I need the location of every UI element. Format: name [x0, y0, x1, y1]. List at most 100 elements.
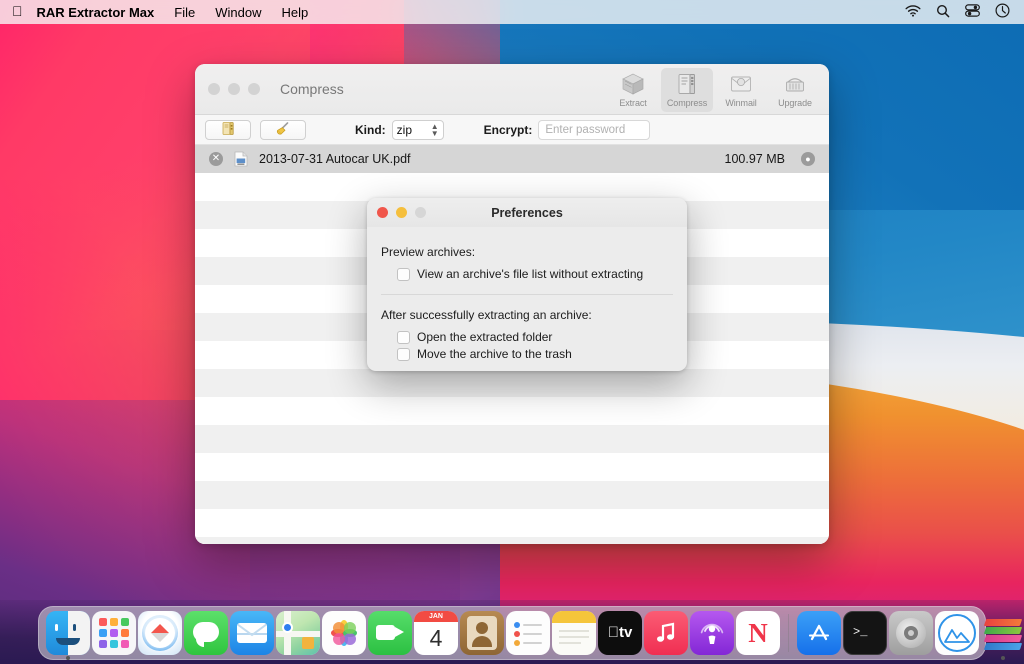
- dock-item-appletv[interactable]: tv: [598, 611, 642, 655]
- dock-item-terminal[interactable]: >_: [843, 611, 887, 655]
- list-item[interactable]: [195, 369, 829, 397]
- dock-item-finder[interactable]: [46, 611, 90, 660]
- clear-list-button[interactable]: [260, 119, 306, 140]
- messages-icon: [184, 611, 228, 655]
- calendar-day: 4: [429, 625, 443, 651]
- list-item[interactable]: [195, 425, 829, 453]
- calendar-month: JAN: [428, 613, 443, 620]
- minimize-button[interactable]: [228, 83, 240, 95]
- broom-icon: [275, 121, 291, 139]
- dock-item-launchpad[interactable]: [92, 611, 136, 655]
- list-item[interactable]: [195, 509, 829, 537]
- kind-select[interactable]: zip ▲ ▼: [391, 119, 444, 140]
- reminders-icon: [506, 611, 550, 655]
- safari-icon: [138, 611, 182, 655]
- toolbar-button-compress[interactable]: Compress: [661, 68, 713, 112]
- file-name: 2013-07-31 Autocar UK.pdf: [259, 152, 411, 166]
- dock-item-photos[interactable]: [322, 611, 366, 655]
- menu-bar:  RAR Extractor Max File Window Help: [0, 0, 1024, 24]
- remove-circle-icon[interactable]: ✕: [209, 152, 223, 166]
- window-toolbar: Extract Compress Winmail Upgrade: [607, 68, 821, 112]
- menu-item-file[interactable]: File: [174, 5, 195, 20]
- upgrade-cart-icon: [783, 71, 807, 96]
- toolbar-button-winmail[interactable]: Winmail: [715, 68, 767, 112]
- chevron-updown-icon: ▲ ▼: [430, 121, 439, 138]
- dock-item-facetime[interactable]: [368, 611, 412, 655]
- appletv-icon: tv: [598, 611, 642, 655]
- dock-item-mail[interactable]: [230, 611, 274, 655]
- encrypt-label: Encrypt:: [483, 122, 533, 137]
- siri-icon[interactable]: [995, 3, 1010, 21]
- contacts-icon: [460, 611, 504, 655]
- dock-item-contacts[interactable]: [460, 611, 504, 655]
- table-row[interactable]: ✕ 2013-07-31 Autocar UK.pdf 100.97 MB ●: [195, 145, 829, 173]
- encrypt-password-input[interactable]: Enter password: [538, 119, 651, 140]
- checkbox-label-open-extracted-folder: Open the extracted folder: [417, 330, 553, 344]
- winmail-envelope-icon: [729, 71, 753, 96]
- extract-box-icon: [620, 71, 646, 96]
- dock-item-cleanmymac[interactable]: [935, 611, 979, 655]
- dock-item-system-preferences[interactable]: [889, 611, 933, 655]
- pdf-document-icon: [233, 151, 249, 167]
- photos-icon: [322, 611, 366, 655]
- list-item[interactable]: [195, 173, 829, 201]
- preferences-body: Preview archives: View an archive's file…: [367, 227, 687, 361]
- dock-item-appstore[interactable]: [797, 611, 841, 655]
- checkbox-move-archive-to-trash[interactable]: [397, 347, 410, 361]
- toolbar-label-upgrade: Upgrade: [778, 98, 812, 108]
- dock-item-music[interactable]: [644, 611, 688, 655]
- search-icon[interactable]: [936, 4, 950, 21]
- checkbox-row-view-file-list[interactable]: View an archive's file list without extr…: [381, 267, 687, 281]
- checkbox-row-move-to-trash[interactable]: Move the archive to the trash: [381, 347, 687, 361]
- terminal-icon: >_: [843, 611, 887, 655]
- news-icon: N: [736, 611, 780, 655]
- toolbar-label-winmail: Winmail: [725, 98, 757, 108]
- list-item[interactable]: [195, 453, 829, 481]
- menu-item-window[interactable]: Window: [215, 5, 261, 20]
- preferences-titlebar[interactable]: Preferences: [367, 198, 687, 227]
- zoom-button[interactable]: [248, 83, 260, 95]
- list-item[interactable]: [195, 481, 829, 509]
- dock-item-safari[interactable]: [138, 611, 182, 655]
- dock-item-rar-extractor-max[interactable]: [981, 611, 1024, 660]
- menu-app-name[interactable]: RAR Extractor Max: [37, 5, 155, 20]
- checkbox-row-open-folder[interactable]: Open the extracted folder: [381, 330, 687, 344]
- maps-icon: [276, 611, 320, 655]
- toolbar-label-compress: Compress: [666, 98, 708, 108]
- kind-label: Kind:: [355, 122, 386, 137]
- add-archive-button[interactable]: [205, 119, 251, 140]
- checkbox-view-file-list[interactable]: [397, 267, 410, 281]
- menu-item-help[interactable]: Help: [281, 5, 308, 20]
- checkbox-open-extracted-folder[interactable]: [397, 330, 410, 344]
- encrypt-placeholder: Enter password: [545, 123, 626, 136]
- list-item[interactable]: [195, 537, 829, 544]
- dock-item-notes[interactable]: [552, 611, 596, 655]
- dock-item-reminders[interactable]: [506, 611, 550, 655]
- toolbar-button-upgrade[interactable]: Upgrade: [769, 68, 821, 112]
- preferences-section-heading-preview: Preview archives:: [381, 245, 476, 259]
- calendar-icon: JAN 4: [414, 611, 458, 655]
- appletv-label: tv: [608, 624, 633, 641]
- running-indicator: [1001, 656, 1005, 660]
- dock-item-calendar[interactable]: JAN 4: [414, 611, 458, 655]
- compress-options-bar: Kind: zip ▲ ▼ Encrypt: Enter password: [195, 115, 829, 145]
- dock-item-maps[interactable]: [276, 611, 320, 655]
- preferences-section-heading-after-extract: After successfully extracting an archive…: [381, 308, 592, 322]
- facetime-icon: [368, 611, 412, 655]
- control-center-icon[interactable]: [965, 4, 980, 20]
- apple-logo-icon[interactable]: : [12, 4, 23, 18]
- dock-item-podcasts[interactable]: [690, 611, 734, 655]
- mail-icon: [230, 611, 274, 655]
- launchpad-icon: [92, 611, 136, 655]
- preferences-window: Preferences Preview archives: View an ar…: [367, 198, 687, 371]
- wifi-icon[interactable]: [905, 4, 921, 20]
- list-item[interactable]: [195, 397, 829, 425]
- close-button[interactable]: [208, 83, 220, 95]
- dock-item-news[interactable]: N: [736, 611, 780, 655]
- system-preferences-icon: [889, 611, 933, 655]
- toolbar-button-extract[interactable]: Extract: [607, 68, 659, 112]
- rar-extractor-books-icon: [981, 611, 1024, 655]
- dock-item-messages[interactable]: [184, 611, 228, 655]
- window-titlebar[interactable]: Compress Extract Compress Winmail Upgrad…: [195, 64, 829, 115]
- info-circle-icon[interactable]: ●: [801, 152, 815, 166]
